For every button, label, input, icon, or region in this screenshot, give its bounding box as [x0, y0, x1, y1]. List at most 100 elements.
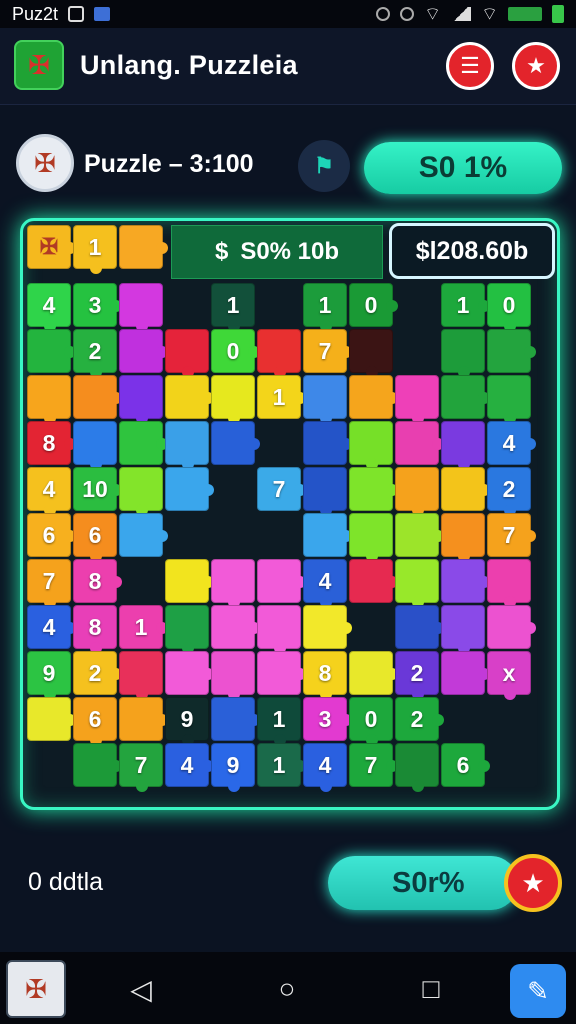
puzzle-tile[interactable] [119, 651, 163, 700]
puzzle-tile[interactable] [211, 559, 255, 608]
puzzle-tile[interactable] [211, 697, 260, 741]
puzzle-tile[interactable]: 6 [73, 697, 117, 746]
puzzle-tile[interactable]: 2 [487, 467, 531, 516]
puzzle-tile[interactable] [165, 329, 209, 378]
emblem-tile[interactable]: ✠ [27, 225, 76, 269]
puzzle-tile[interactable]: 3 [73, 283, 122, 327]
puzzle-tile[interactable] [27, 375, 71, 424]
puzzle-tile[interactable] [73, 375, 122, 419]
puzzle-tile[interactable]: 1 [119, 605, 168, 649]
puzzle-tile[interactable] [119, 697, 168, 741]
puzzle-tile[interactable]: 4 [27, 605, 76, 649]
puzzle-tile[interactable]: 8 [303, 651, 347, 700]
bonus-star-button[interactable]: ★ [504, 854, 562, 912]
puzzle-tile[interactable] [395, 467, 439, 516]
puzzle-tile[interactable]: 2 [395, 651, 439, 700]
puzzle-tile[interactable]: 0 [211, 329, 260, 373]
puzzle-tile[interactable]: 3 [303, 697, 352, 741]
puzzle-tile[interactable]: 2 [395, 697, 444, 741]
puzzle-tile[interactable] [211, 375, 255, 424]
puzzle-tile[interactable] [487, 375, 531, 424]
puzzle-tile[interactable]: 6 [441, 743, 490, 787]
puzzle-tile[interactable] [211, 651, 255, 700]
puzzle-tile[interactable] [395, 513, 444, 557]
puzzle-tile[interactable]: 4 [303, 559, 347, 608]
puzzle-tile[interactable]: x [487, 651, 531, 700]
puzzle-tile[interactable] [257, 605, 301, 654]
puzzle-tile[interactable]: 4 [27, 467, 71, 516]
puzzle-tile[interactable]: 6 [73, 513, 117, 562]
flag-icon[interactable]: ⚑ [298, 140, 350, 192]
puzzle-tile[interactable]: 10 [73, 467, 122, 511]
puzzle-tile[interactable] [349, 375, 398, 419]
puzzle-tile[interactable] [303, 513, 352, 557]
puzzle-tile[interactable]: 0 [487, 283, 531, 332]
puzzle-tile[interactable] [441, 421, 485, 470]
puzzle-tile[interactable]: 9 [165, 697, 209, 746]
puzzle-tile[interactable]: 4 [303, 743, 347, 792]
puzzle-tile[interactable] [349, 559, 398, 603]
puzzle-tile[interactable]: 1 [303, 283, 347, 332]
puzzle-tile[interactable] [165, 605, 209, 654]
puzzle-tile[interactable] [441, 467, 490, 511]
puzzle-tile[interactable]: 4 [165, 743, 214, 787]
puzzle-tile[interactable]: 9 [211, 743, 255, 792]
puzzle-tile[interactable] [119, 283, 163, 332]
puzzle-tile[interactable] [165, 375, 214, 419]
puzzle-tile[interactable]: 4 [487, 421, 536, 465]
puzzle-tile[interactable] [395, 375, 439, 424]
puzzle-tile[interactable]: 7 [349, 743, 398, 787]
puzzle-tile[interactable] [257, 651, 306, 695]
recents-icon[interactable]: □ [414, 972, 448, 1006]
puzzle-tile[interactable] [487, 559, 531, 608]
puzzle-tile[interactable]: 9 [27, 651, 71, 700]
puzzle-tile[interactable]: 2 [73, 329, 117, 378]
puzzle-tile[interactable] [73, 421, 117, 470]
puzzle-tile[interactable]: 1 [441, 283, 490, 327]
home-icon[interactable]: ○ [270, 972, 304, 1006]
puzzle-tile[interactable] [395, 605, 444, 649]
puzzle-tile[interactable] [303, 421, 352, 465]
puzzle-tile[interactable] [303, 605, 352, 649]
puzzle-tile[interactable] [395, 421, 444, 465]
puzzle-tile[interactable]: 1 [257, 697, 301, 746]
app-logo-icon[interactable]: ✠ [14, 40, 64, 90]
puzzle-tile[interactable] [395, 743, 439, 792]
back-icon[interactable]: ◁ [124, 972, 158, 1006]
puzzle-tile[interactable] [441, 651, 490, 695]
puzzle-tile[interactable] [441, 375, 490, 419]
puzzle-tile[interactable] [257, 329, 301, 378]
puzzle-tile[interactable] [73, 743, 122, 787]
puzzle-tile[interactable] [119, 467, 163, 516]
puzzle-tile[interactable]: 8 [73, 559, 122, 603]
puzzle-tile[interactable] [441, 559, 490, 603]
puzzle-tile[interactable] [349, 329, 393, 378]
puzzle-tile[interactable] [211, 421, 260, 465]
puzzle-tile[interactable]: 1 [257, 375, 306, 419]
puzzle-tile[interactable] [165, 421, 209, 470]
puzzle-tile[interactable]: 0 [349, 283, 398, 327]
puzzle-tile[interactable]: 7 [487, 513, 536, 557]
puzzle-tile[interactable]: 8 [27, 421, 76, 465]
puzzle-tile[interactable] [119, 421, 168, 465]
puzzle-tile[interactable]: 6 [27, 513, 76, 557]
puzzle-tile[interactable] [441, 329, 485, 378]
avatar[interactable]: ✠ [16, 134, 74, 192]
puzzle-tile[interactable]: 0 [349, 697, 393, 746]
puzzle-tile[interactable] [119, 375, 163, 424]
puzzle-tile[interactable]: 1 [257, 743, 306, 787]
puzzle-tile[interactable] [119, 329, 168, 373]
puzzle-tile[interactable]: 7 [257, 467, 306, 511]
puzzle-tile[interactable] [211, 605, 260, 649]
puzzle-tile[interactable] [441, 605, 485, 654]
puzzle-tile[interactable] [257, 559, 306, 603]
puzzle-tile[interactable] [165, 651, 214, 695]
menu-button[interactable]: ☰ [446, 42, 494, 90]
score-pill[interactable]: S0 1% [364, 142, 562, 194]
edit-button[interactable]: ✎ [510, 964, 566, 1018]
puzzle-tile[interactable] [487, 605, 536, 649]
puzzle-tile[interactable]: 1 [211, 283, 255, 332]
favorite-button[interactable]: ★ [512, 42, 560, 90]
puzzle-tile[interactable] [27, 329, 76, 373]
puzzle-tile[interactable]: 7 [303, 329, 352, 373]
